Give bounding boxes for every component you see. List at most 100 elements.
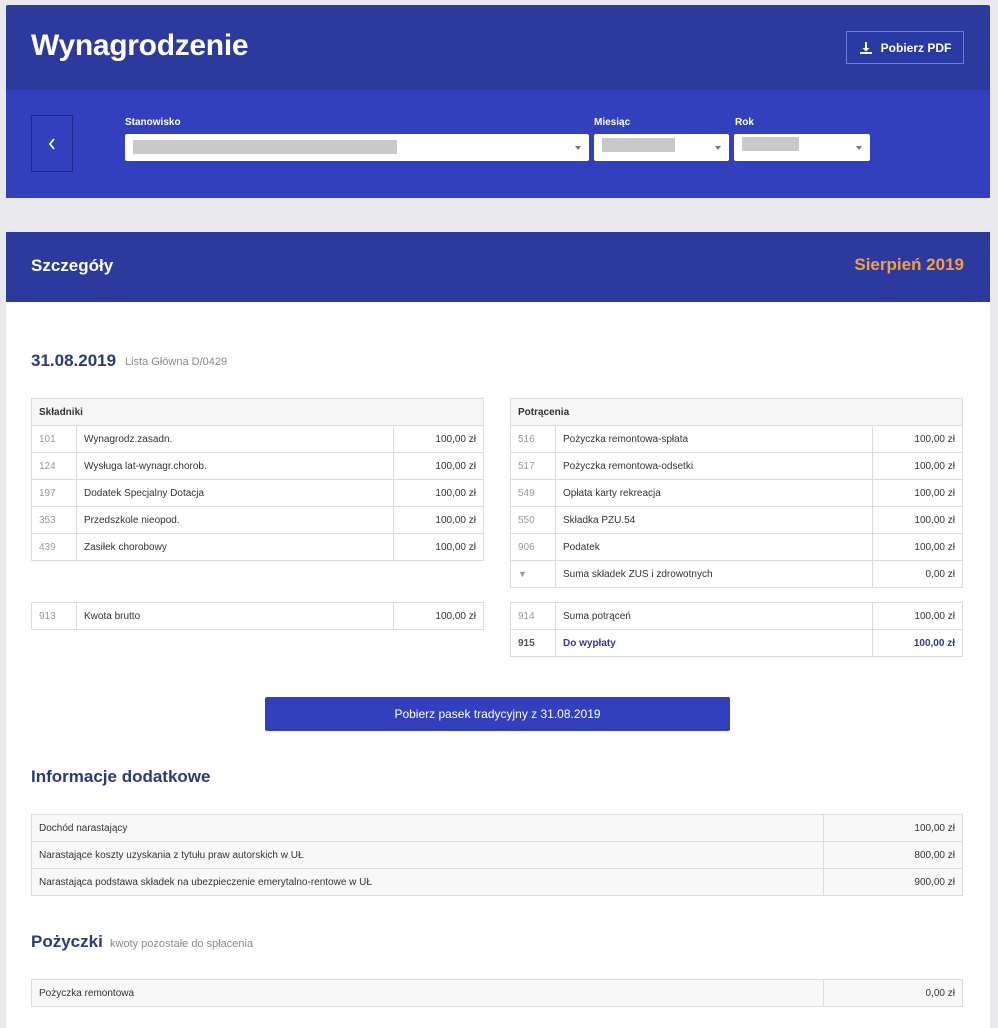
row-code: 124 bbox=[31, 452, 77, 480]
row-name: Dodatek Specjalny Dotacja bbox=[76, 479, 394, 507]
row-value: 100,00 zł bbox=[393, 506, 484, 534]
row-name: Podatek bbox=[555, 533, 873, 561]
table-row: Narastająca podstawa składek na ubezpiec… bbox=[31, 868, 963, 896]
details-title: Szczegóły bbox=[31, 256, 114, 275]
table-row: 517 Pożyczka remontowa-odsetki 100,00 zł bbox=[510, 452, 963, 480]
row-name: Suma składek ZUS i zdrowotnych bbox=[555, 560, 873, 588]
components-total-table: 913 Kwota brutto 100,00 zł bbox=[31, 602, 484, 630]
row-code: 516 bbox=[510, 425, 556, 453]
row-name: Składka PZU.54 bbox=[555, 506, 873, 534]
month-value-placeholder bbox=[602, 138, 675, 152]
deductions-header: Potrącenia bbox=[510, 398, 963, 426]
details-period: Sierpień 2019 bbox=[854, 255, 964, 274]
year-select[interactable] bbox=[734, 134, 870, 161]
row-name: Pożyczka remontowa bbox=[31, 979, 824, 1007]
row-name: Przedszkole nieopod. bbox=[76, 506, 394, 534]
expand-triangle-icon[interactable]: ▼ bbox=[510, 560, 556, 588]
row-name: Pożyczka remontowa-odsetki bbox=[555, 452, 873, 480]
row-code: 439 bbox=[31, 533, 77, 561]
row-value: 100,00 zł bbox=[872, 425, 963, 453]
month-select[interactable] bbox=[594, 134, 729, 161]
components-table: Składniki 101 Wynagrodz.zasadn. 100,00 zł … bbox=[31, 398, 484, 561]
row-name: Wynagrodz.zasadn. bbox=[76, 425, 394, 453]
deductions-table: Potrącenia 516 Pożyczka remontowa-spłata 1… bbox=[510, 398, 963, 588]
row-code: 906 bbox=[510, 533, 556, 561]
loans-title: Pożyczki bbox=[31, 932, 103, 951]
table-row: 906 Podatek 100,00 zł bbox=[510, 533, 963, 561]
row-value: 100,00 zł bbox=[872, 452, 963, 480]
components-header-row: Składniki bbox=[31, 398, 484, 426]
row-code: 353 bbox=[31, 506, 77, 534]
row-code: 197 bbox=[31, 479, 77, 507]
row-name: Zasiłek chorobowy bbox=[76, 533, 394, 561]
row-value: 900,00 zł bbox=[823, 868, 963, 896]
year-label: Rok bbox=[735, 117, 754, 128]
details-card: Szczegóły Sierpień 2019 31.08.2019 Lista… bbox=[6, 232, 990, 1028]
chevron-down-icon bbox=[575, 146, 581, 150]
payslip-list-name: Lista Główna D/0429 bbox=[125, 356, 228, 368]
table-row: 550 Składka PZU.54 100,00 zł bbox=[510, 506, 963, 534]
position-value-placeholder bbox=[133, 140, 397, 154]
download-pdf-button[interactable]: Pobierz PDF bbox=[846, 31, 964, 64]
table-row: 353 Przedszkole nieopod. 100,00 zł bbox=[31, 506, 484, 534]
loans-table: Pożyczka remontowa 0,00 zł bbox=[31, 979, 963, 1007]
zus-sum-row[interactable]: ▼ Suma składek ZUS i zdrowotnych 0,00 zł bbox=[510, 560, 963, 588]
table-row: 197 Dodatek Specjalny Dotacja 100,00 zł bbox=[31, 479, 484, 507]
deductions-sum-row: 914 Suma potrąceń 100,00 zł bbox=[510, 602, 963, 630]
row-value: 100,00 zł bbox=[393, 425, 484, 453]
row-name: Dochód narastający bbox=[31, 814, 824, 842]
table-row: 549 Opłata karty rekreacja 100,00 zł bbox=[510, 479, 963, 507]
position-select[interactable] bbox=[125, 134, 589, 161]
row-name: Narastająca podstawa składek na ubezpiec… bbox=[31, 868, 824, 896]
chevron-down-icon bbox=[715, 146, 721, 150]
row-value: 0,00 zł bbox=[872, 560, 963, 588]
payslip-date: 31.08.2019 bbox=[31, 351, 117, 370]
row-value: 100,00 zł bbox=[872, 479, 963, 507]
table-row: 439 Zasiłek chorobowy 100,00 zł bbox=[31, 533, 484, 561]
table-row: Narastające koszty uzyskania z tytułu pr… bbox=[31, 841, 963, 869]
chevron-down-icon bbox=[856, 146, 862, 150]
row-code: 101 bbox=[31, 425, 77, 453]
gross-total-row: 913 Kwota brutto 100,00 zł bbox=[31, 602, 484, 630]
salary-header: Wynagrodzenie Pobierz PDF Stanowisko Mie… bbox=[6, 5, 990, 198]
additional-info-table: Dochód narastający 100,00 zł Narastające … bbox=[31, 814, 963, 896]
back-button[interactable] bbox=[31, 115, 73, 172]
row-value: 800,00 zł bbox=[823, 841, 963, 869]
header-top-bar: Wynagrodzenie Pobierz PDF bbox=[6, 5, 990, 90]
row-value: 0,00 zł bbox=[823, 979, 963, 1007]
download-icon bbox=[859, 41, 872, 54]
deductions-total-table: 914 Suma potrąceń 100,00 zł 915 Do wypłaty 1… bbox=[510, 602, 963, 657]
table-row: 124 Wysługa lat-wynagr.chorob. 100,00 zł bbox=[31, 452, 484, 480]
position-label: Stanowisko bbox=[125, 117, 181, 128]
row-code: 550 bbox=[510, 506, 556, 534]
row-value: 100,00 zł bbox=[872, 533, 963, 561]
row-value: 100,00 zł bbox=[393, 533, 484, 561]
row-name: Wysługa lat-wynagr.chorob. bbox=[76, 452, 394, 480]
table-row: Dochód narastający 100,00 zł bbox=[31, 814, 963, 842]
row-value: 100,00 zł bbox=[823, 814, 963, 842]
table-row: 101 Wynagrodz.zasadn. 100,00 zł bbox=[31, 425, 484, 453]
row-name: Do wypłaty bbox=[555, 629, 873, 657]
row-code: 913 bbox=[31, 602, 77, 630]
row-code: 914 bbox=[510, 602, 556, 630]
row-code: 915 bbox=[510, 629, 556, 657]
table-row: 516 Pożyczka remontowa-spłata 100,00 zł bbox=[510, 425, 963, 453]
year-value-placeholder bbox=[742, 137, 799, 151]
row-name: Narastające koszty uzyskania z tytułu pr… bbox=[31, 841, 824, 869]
deductions-header-row: Potrącenia bbox=[510, 398, 963, 426]
filter-bar: Stanowisko Miesiąc Rok bbox=[6, 90, 990, 198]
download-payslip-button[interactable]: Pobierz pasek tradycyjny z 31.08.2019 bbox=[265, 697, 730, 731]
payout-row: 915 Do wypłaty 100,00 zł bbox=[510, 629, 963, 657]
row-value: 100,00 zł bbox=[393, 452, 484, 480]
row-name: Pożyczka remontowa-spłata bbox=[555, 425, 873, 453]
components-header: Składniki bbox=[31, 398, 484, 426]
row-name: Opłata karty rekreacja bbox=[555, 479, 873, 507]
additional-info-title: Informacje dodatkowe bbox=[31, 767, 211, 786]
row-value: 100,00 zł bbox=[393, 479, 484, 507]
chevron-left-icon bbox=[48, 137, 55, 150]
row-name: Kwota brutto bbox=[76, 602, 394, 630]
row-value: 100,00 zł bbox=[393, 602, 484, 630]
row-value: 100,00 zł bbox=[872, 602, 963, 630]
row-value: 100,00 zł bbox=[872, 629, 963, 657]
details-header: Szczegóły Sierpień 2019 bbox=[6, 232, 990, 302]
